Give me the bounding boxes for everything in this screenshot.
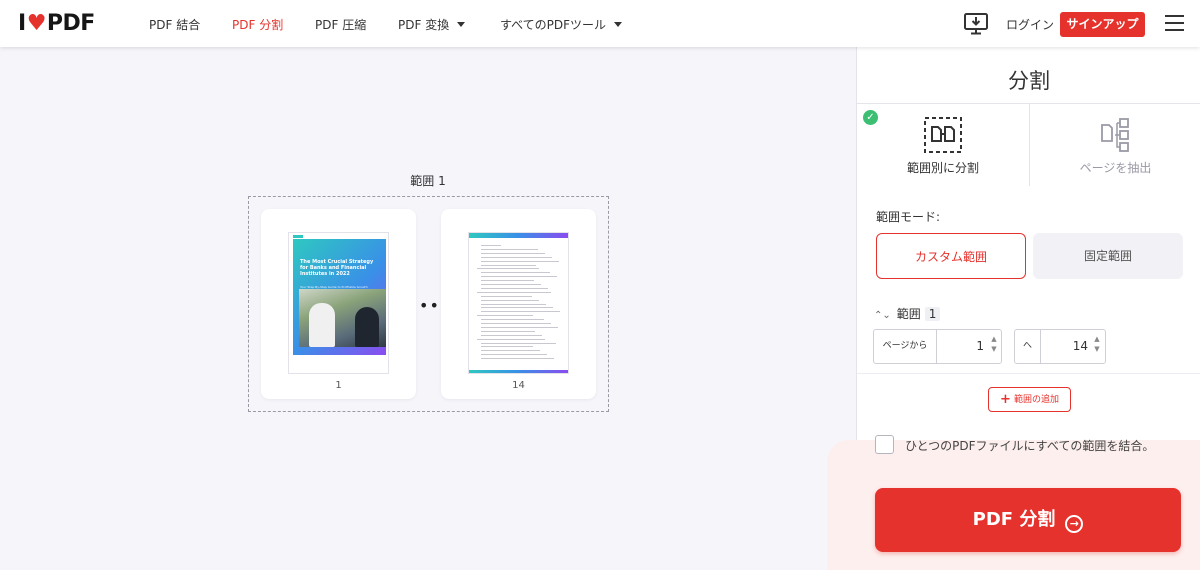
text-line <box>481 326 558 328</box>
nav-compress-pdf[interactable]: PDF 圧縮 <box>315 16 366 33</box>
text-line <box>481 276 557 278</box>
to-page-prefix: へ <box>1015 330 1041 363</box>
chevron-down-icon <box>457 22 466 27</box>
cover-photo <box>299 289 386 347</box>
text-line <box>481 280 534 282</box>
nav-convert-pdf-label: PDF 変換 <box>398 18 450 32</box>
page-thumbnail-card-last[interactable]: 14 <box>441 209 596 399</box>
tab-extract-pages[interactable]: ページを抽出 <box>1029 104 1200 186</box>
from-page-prefix: ページから <box>874 330 937 363</box>
text-line <box>481 299 539 301</box>
tab-split-by-range[interactable]: ✓ 範囲別に分割 <box>857 104 1029 186</box>
extract-pages-icon <box>1101 118 1129 152</box>
range-group-label: 範囲 1 <box>410 174 446 188</box>
range-mode-label: 範囲モード: <box>876 210 941 224</box>
page-thumbnail-image: The Most Crucial Strategy for Banks and … <box>288 232 389 374</box>
text-line <box>481 245 501 246</box>
text-line <box>481 284 541 285</box>
nav-merge-pdf[interactable]: PDF 結合 <box>149 16 200 33</box>
page-thumbnail-card-first[interactable]: The Most Crucial Strategy for Banks and … <box>261 209 416 399</box>
text-line <box>481 307 553 309</box>
text-line <box>481 311 560 313</box>
split-pdf-button[interactable]: PDF 分割 → <box>875 488 1181 552</box>
chevron-down-icon <box>614 22 623 27</box>
expand-collapse-icon: ⌃⌄ <box>874 310 891 321</box>
text-line <box>481 323 551 324</box>
to-page-input[interactable]: 14 <box>1043 330 1088 363</box>
page-number: 1 <box>335 380 342 391</box>
ilovepdf-logo[interactable]: I ♥ PDF <box>18 10 95 36</box>
text-line <box>477 291 551 293</box>
signup-button[interactable]: サインアップ <box>1060 12 1145 37</box>
divider <box>857 373 1200 374</box>
text-line <box>477 315 533 317</box>
split-pdf-label: PDF 分割 <box>972 509 1056 530</box>
range-number-badge: 1 <box>924 307 941 321</box>
add-range-button[interactable]: + 範囲の追加 <box>988 387 1071 412</box>
cover-title: The Most Crucial Strategy for Banks and … <box>300 259 374 277</box>
text-line <box>481 334 542 336</box>
nav-all-tools-label: すべてのPDFツール <box>500 18 607 32</box>
nav-convert-pdf-menu[interactable]: PDF 変換 <box>398 16 466 33</box>
text-line <box>481 319 544 321</box>
text-line <box>481 287 548 289</box>
split-range-icon <box>924 117 962 153</box>
page-thumbnail-image <box>468 232 569 374</box>
page-number: 14 <box>512 380 525 391</box>
tab-label: 範囲別に分割 <box>906 161 979 175</box>
stepper-arrows-icon[interactable]: ▲ ▼ <box>1092 334 1102 358</box>
text-line <box>481 248 538 250</box>
text-line <box>481 260 559 262</box>
plus-icon: + <box>1000 392 1011 407</box>
logo-letter-i: I <box>18 10 26 36</box>
top-navigation-bar: I ♥ PDF PDF 結合 PDF 分割 PDF 圧縮 PDF 変換 すべての… <box>0 0 1200 47</box>
hamburger-menu-icon[interactable] <box>1165 15 1184 31</box>
text-line <box>477 338 545 340</box>
text-line <box>481 264 536 266</box>
text-line <box>481 358 554 360</box>
logo-text-pdf: PDF <box>46 10 95 36</box>
text-line <box>481 256 552 258</box>
page-header-bar <box>469 233 568 238</box>
heart-icon: ♥ <box>26 10 47 36</box>
page-footer-bar <box>469 370 568 373</box>
add-range-label: 範囲の追加 <box>1013 395 1059 405</box>
range-title: 範囲 <box>896 307 921 321</box>
merge-ranges-checkbox[interactable] <box>875 435 894 454</box>
check-circle-icon: ✓ <box>863 110 878 125</box>
nav-all-tools-menu[interactable]: すべてのPDFツール <box>500 16 623 33</box>
merge-ranges-label: ひとつのPDFファイルにすべての範囲を結合。 <box>905 439 1155 453</box>
from-page-input[interactable]: 1 <box>940 330 984 363</box>
text-line <box>481 330 535 332</box>
nav-split-pdf[interactable]: PDF 分割 <box>232 16 283 33</box>
merge-ranges-option[interactable]: ひとつのPDFファイルにすべての範囲を結合。 <box>875 435 1195 455</box>
text-line <box>481 354 547 356</box>
stepper-arrows-icon[interactable]: ▲ ▼ <box>989 334 999 358</box>
to-page-field[interactable]: へ 14 ▲ ▼ <box>1014 329 1106 364</box>
split-mode-tabs: ✓ 範囲別に分割 ページを抽出 <box>857 103 1200 186</box>
fixed-range-button[interactable]: 固定範囲 <box>1033 233 1183 279</box>
text-line <box>477 268 539 270</box>
from-page-field[interactable]: ページから 1 ▲ ▼ <box>873 329 1002 364</box>
desktop-download-icon[interactable] <box>963 12 989 36</box>
cover-logo <box>293 235 303 238</box>
text-line <box>481 272 550 274</box>
text-line <box>481 252 545 254</box>
text-line <box>481 350 540 352</box>
tab-label: ページを抽出 <box>1079 161 1152 175</box>
custom-range-button[interactable]: カスタム範囲 <box>876 233 1026 279</box>
text-line <box>481 295 532 297</box>
login-link[interactable]: ログイン <box>1006 16 1054 33</box>
text-line <box>481 342 556 344</box>
text-line <box>481 346 533 348</box>
panel-title: 分割 <box>1008 69 1050 93</box>
arrow-right-circle-icon: → <box>1065 515 1084 533</box>
text-line <box>481 303 546 305</box>
range-header[interactable]: ⌃⌄ 範囲 1 <box>874 305 941 322</box>
